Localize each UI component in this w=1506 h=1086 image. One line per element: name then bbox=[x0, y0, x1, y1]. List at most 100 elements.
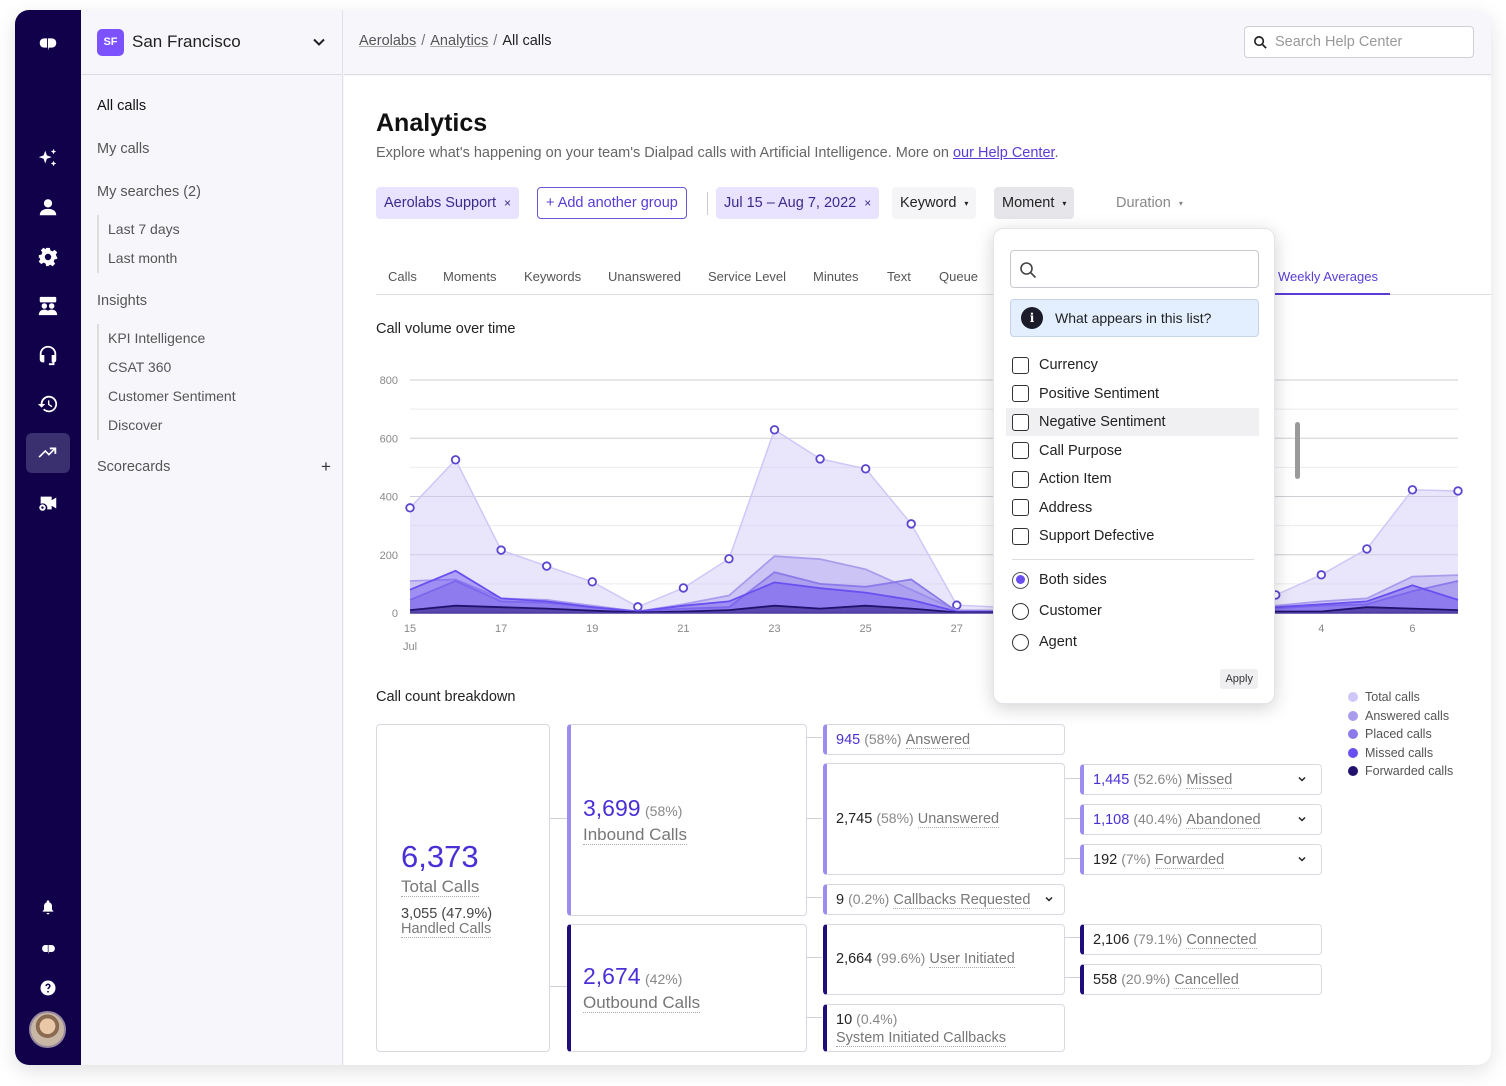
video-settings-icon[interactable] bbox=[26, 483, 70, 523]
legend-item[interactable]: Missed calls bbox=[1348, 744, 1453, 763]
unanswered-text: 2,745 (58%) Unanswered bbox=[836, 810, 1000, 829]
total-calls-card[interactable]: 6,373 Total Calls 3,055 (47.9%) Handled … bbox=[376, 724, 550, 1052]
missed-row[interactable]: 1,445 (52.6%) Missed bbox=[1080, 764, 1322, 795]
moment-option[interactable]: Action Item bbox=[1006, 465, 1259, 493]
sidebar-item-my-calls[interactable]: My calls bbox=[97, 141, 149, 157]
connector bbox=[807, 957, 822, 958]
saved-searches-list: Last 7 days Last month bbox=[97, 215, 180, 273]
moment-option[interactable]: Positive Sentiment bbox=[1006, 380, 1259, 408]
callbacks-requested-row[interactable]: 9 (0.2%) Callbacks Requested bbox=[823, 884, 1065, 915]
checkbox[interactable] bbox=[1012, 442, 1029, 459]
side-option[interactable]: Both sides bbox=[1006, 566, 1259, 594]
user-icon[interactable] bbox=[26, 187, 70, 227]
data-point bbox=[860, 464, 871, 474]
x-tick-label: 23 bbox=[768, 623, 780, 635]
legend-swatch bbox=[1348, 729, 1358, 740]
sidebar-item-all-calls[interactable]: All calls bbox=[97, 98, 146, 114]
radio-button[interactable] bbox=[1012, 633, 1029, 651]
abandoned-row[interactable]: 1,108 (40.4%) Abandoned bbox=[1080, 804, 1322, 835]
chevron-down-icon[interactable] bbox=[1044, 894, 1054, 904]
chevron-down-icon[interactable] bbox=[1297, 774, 1307, 784]
checkbox[interactable] bbox=[1012, 356, 1029, 374]
option-label: Support Defective bbox=[1039, 528, 1155, 544]
sidebar-item-scorecards[interactable]: Scorecards bbox=[97, 459, 170, 475]
system-callbacks-label: System Initiated Callbacks bbox=[836, 1030, 1007, 1048]
connected-row[interactable]: 2,106 (79.1%) Connected bbox=[1080, 924, 1322, 955]
checkbox[interactable] bbox=[1012, 499, 1029, 516]
insight-item[interactable]: Discover bbox=[108, 411, 236, 440]
add-scorecard-button[interactable]: + bbox=[321, 457, 331, 477]
analytics-icon[interactable] bbox=[26, 433, 70, 473]
option-label: Currency bbox=[1039, 357, 1098, 373]
checkbox[interactable] bbox=[1012, 470, 1029, 488]
outbound-label: Outbound Calls bbox=[583, 993, 701, 1013]
chevron-down-icon[interactable] bbox=[1297, 814, 1307, 824]
dialpad-logo-icon[interactable] bbox=[26, 23, 70, 63]
insight-item[interactable]: Customer Sentiment bbox=[108, 382, 236, 411]
legend-item[interactable]: Placed calls bbox=[1348, 725, 1453, 744]
moment-option[interactable]: Currency bbox=[1006, 351, 1259, 379]
y-tick-label: 0 bbox=[392, 608, 398, 620]
help-search-placeholder: Search Help Center bbox=[1275, 34, 1403, 50]
saved-search-item[interactable]: Last 7 days bbox=[108, 215, 180, 244]
org-switcher[interactable]: SF San Francisco bbox=[81, 10, 342, 75]
saved-search-item[interactable]: Last month bbox=[108, 244, 180, 273]
checkbox[interactable] bbox=[1012, 527, 1029, 545]
user-avatar[interactable] bbox=[29, 1011, 66, 1048]
breadcrumb-separator: / bbox=[493, 33, 498, 49]
cancelled-row[interactable]: 558 (20.9%) Cancelled bbox=[1080, 964, 1322, 995]
sidebar-item-my-searches[interactable]: My searches (2) bbox=[97, 184, 201, 200]
outbound-calls-card[interactable]: 2,674 (42%) Outbound Calls bbox=[567, 924, 807, 1052]
headset-icon[interactable] bbox=[26, 335, 70, 375]
option-label: Negative Sentiment bbox=[1039, 414, 1166, 430]
unanswered-card[interactable]: 2,745 (58%) Unanswered bbox=[823, 763, 1065, 875]
insight-item[interactable]: CSAT 360 bbox=[108, 353, 236, 382]
inbound-calls-card[interactable]: 3,699 (58%) Inbound Calls bbox=[567, 724, 807, 916]
data-point bbox=[496, 545, 506, 555]
outbound-value: 2,674 (42%) bbox=[583, 963, 683, 989]
forwarded-row[interactable]: 192 (7%) Forwarded bbox=[1080, 844, 1322, 875]
moment-option[interactable]: Negative Sentiment bbox=[1006, 408, 1259, 436]
checkbox[interactable] bbox=[1012, 385, 1029, 402]
moment-option[interactable]: Address bbox=[1006, 494, 1259, 522]
insight-item[interactable]: KPI Intelligence bbox=[108, 324, 236, 353]
radio-button[interactable] bbox=[1012, 602, 1029, 620]
answered-text: 945 (58%) Answered bbox=[836, 731, 971, 750]
option-label: Agent bbox=[1039, 634, 1077, 650]
answered-row[interactable]: 945 (58%) Answered bbox=[823, 724, 1065, 755]
radio-button[interactable] bbox=[1012, 571, 1029, 589]
breadcrumb-link[interactable]: Aerolabs bbox=[359, 33, 416, 49]
bell-icon[interactable] bbox=[26, 887, 70, 927]
moment-dropdown: i What appears in this list? Currency Pos… bbox=[993, 228, 1275, 704]
x-tick-label: 25 bbox=[860, 623, 872, 635]
user-initiated-card[interactable]: 2,664 (99.6%) User Initiated bbox=[823, 924, 1065, 995]
legend-swatch bbox=[1348, 692, 1358, 703]
dialpad-logo-icon[interactable] bbox=[26, 928, 70, 968]
side-option[interactable]: Agent bbox=[1006, 628, 1259, 656]
moment-option[interactable]: Support Defective bbox=[1006, 522, 1259, 550]
gear-icon[interactable] bbox=[26, 237, 70, 277]
info-text: What appears in this list? bbox=[1055, 310, 1212, 326]
checkbox[interactable] bbox=[1012, 413, 1029, 431]
help-search-input[interactable]: Search Help Center bbox=[1244, 26, 1474, 58]
sidebar-section-insights[interactable]: Insights bbox=[97, 293, 147, 309]
system-callbacks-card[interactable]: 10 (0.4%) System Initiated Callbacks bbox=[823, 1004, 1065, 1052]
legend-item[interactable]: Forwarded calls bbox=[1348, 762, 1453, 781]
breadcrumb-link[interactable]: Analytics bbox=[430, 33, 488, 49]
legend-item[interactable]: Answered calls bbox=[1348, 707, 1453, 726]
help-icon[interactable] bbox=[26, 968, 70, 1008]
chevron-down-icon[interactable] bbox=[1297, 854, 1307, 864]
side-option[interactable]: Customer bbox=[1006, 597, 1259, 625]
data-point bbox=[587, 577, 597, 587]
legend-item[interactable]: Total calls bbox=[1348, 688, 1453, 707]
sparkle-icon[interactable] bbox=[26, 138, 70, 178]
apply-button[interactable]: Apply bbox=[1220, 669, 1258, 689]
moment-search-input[interactable] bbox=[1010, 250, 1259, 288]
connector bbox=[807, 897, 822, 898]
option-label: Positive Sentiment bbox=[1039, 385, 1160, 402]
contact-center-icon[interactable] bbox=[26, 286, 70, 326]
moment-option[interactable]: Call Purpose bbox=[1006, 437, 1259, 465]
history-icon[interactable] bbox=[26, 384, 70, 424]
scrollbar-thumb[interactable] bbox=[1295, 422, 1300, 479]
info-banner[interactable]: i What appears in this list? bbox=[1010, 299, 1259, 337]
